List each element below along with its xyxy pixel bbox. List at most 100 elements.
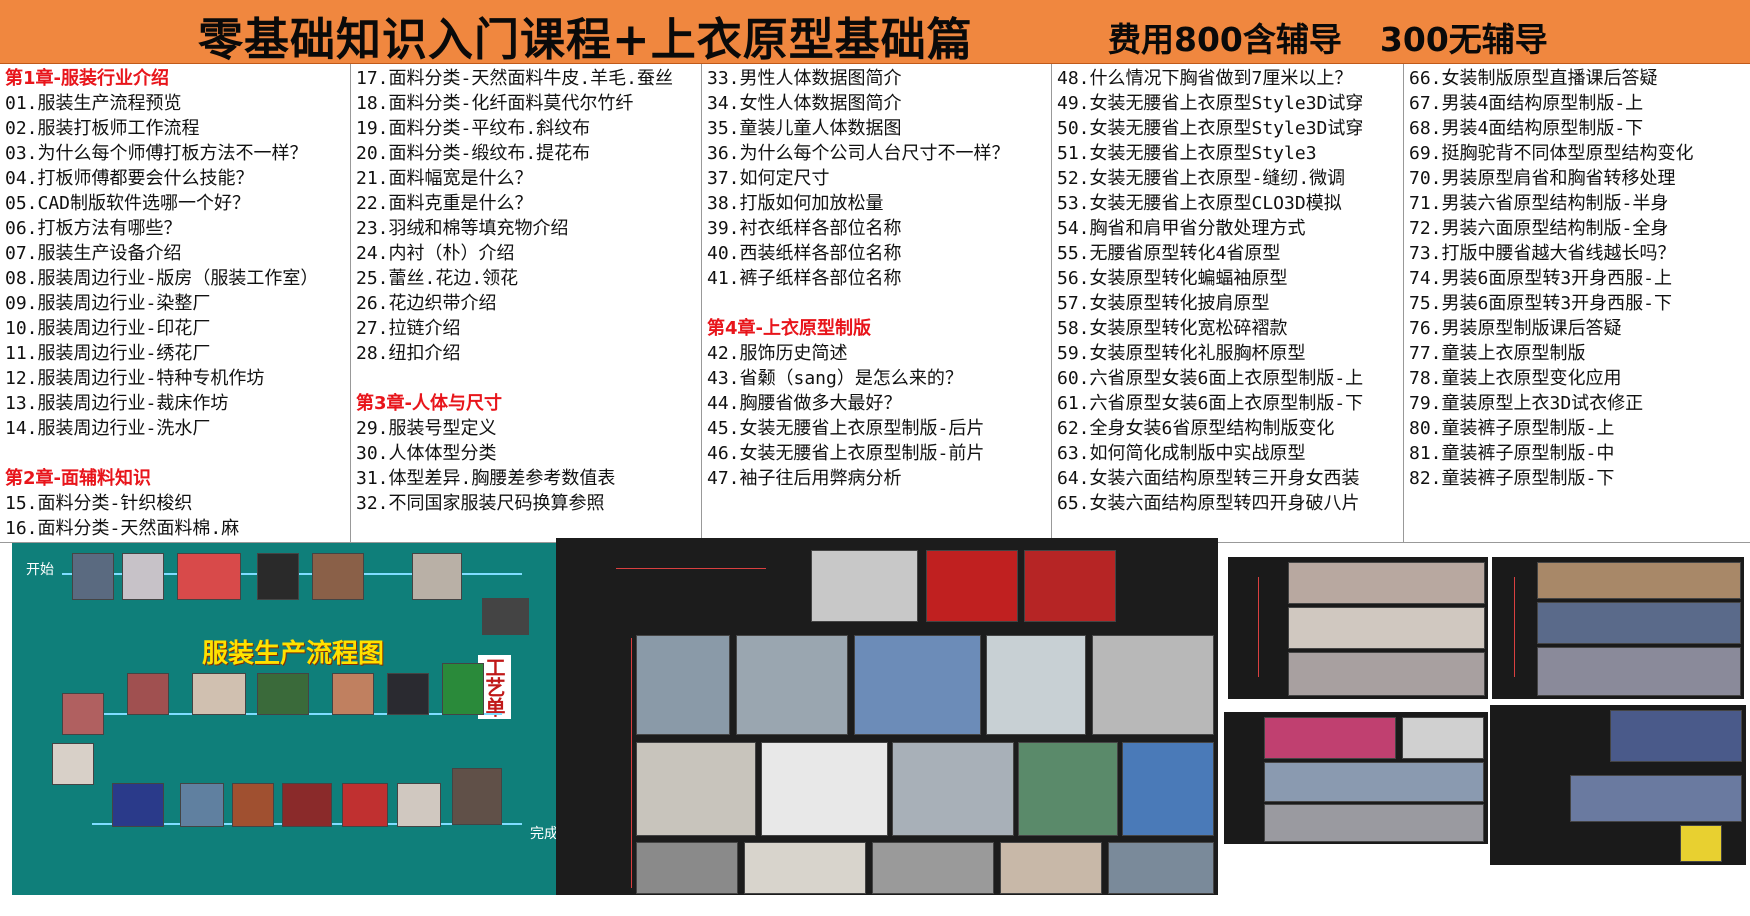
photo (180, 783, 224, 827)
lesson-item: 16.面料分类-天然面料棉.麻 (5, 518, 240, 539)
lesson-item: 70.男装原型肩省和胸省转移处理 (1409, 168, 1676, 189)
photo (1288, 652, 1485, 696)
lesson-item: 58.女装原型转化宽松碎褶款 (1057, 318, 1288, 339)
lesson-item: 36.为什么每个公司人台尺寸不一样？ (707, 143, 1010, 164)
photo (72, 553, 114, 600)
lesson-item: 56.女装原型转化蝙蝠袖原型 (1057, 268, 1288, 289)
lesson-item: 13.服装周边行业-裁床作坊 (5, 393, 229, 414)
photo (387, 673, 429, 715)
lesson-item: 34.女性人体数据图简介 (707, 93, 902, 114)
lesson-item: 72.男装六面原型结构制版-全身 (1409, 218, 1669, 239)
photo (112, 783, 164, 827)
photo (127, 673, 169, 715)
photo (744, 842, 866, 894)
photo (62, 693, 104, 735)
photo (257, 553, 299, 600)
photo (52, 743, 94, 785)
photo (636, 842, 738, 894)
lesson-item: 73.打版中腰省越大省线越长吗？ (1409, 243, 1676, 264)
lesson-item: 08.服装周边行业-版房（服装工作室） (5, 268, 319, 289)
photo (442, 663, 484, 715)
photo (452, 768, 502, 825)
photo (1264, 762, 1484, 802)
lesson-item: 26.花边织带介绍 (356, 293, 497, 314)
outline-column-2: 17.面料分类-天然面料牛皮.羊毛.蚕丝 18.面料分类-化纤面料莫代尔竹纤 19.… (350, 64, 701, 542)
garment-mindmap-image (1492, 557, 1744, 699)
lesson-item: 15.面料分类-针织梭织 (5, 493, 193, 514)
body-size-mindmap-image (1490, 705, 1746, 865)
lesson-item: 65.女装六面结构原型转四开身破八片 (1057, 493, 1360, 514)
lesson-item: 51.女装无腰省上衣原型Style3 (1057, 143, 1317, 164)
lesson-item: 75.男装6面原型转3开身西服-下 (1409, 293, 1673, 314)
lesson-item: 68.男装4面结构原型制版-下 (1409, 118, 1644, 139)
lesson-item: 03.为什么每个师傅打板方法不一样？ (5, 143, 308, 164)
lesson-item: 49.女装无腰省上衣原型Style3D试穿 (1057, 93, 1364, 114)
lesson-item: 33.男性人体数据图简介 (707, 68, 902, 89)
photo (1537, 647, 1741, 696)
outline-column-4: 48.什么情况下胸省做到7厘米以上？ 49.女装无腰省上衣原型Style3D试穿 5… (1051, 64, 1403, 542)
lesson-item: 54.胸省和肩甲省分散处理方式 (1057, 218, 1306, 239)
lesson-item: 19.面料分类-平纹布.斜纹布 (356, 118, 591, 139)
photo (192, 673, 246, 715)
lesson-item: 43.省颡（sang）是怎么来的？ (707, 368, 963, 389)
photo (257, 673, 309, 715)
outline-column-1: 第1章-服装行业介绍 01.服装生产流程预览 02.服装打板师工作流程 03.为什么每… (0, 64, 350, 542)
outline-column-5: 66.女装制版原型直播课后答疑 67.男装4面结构原型制版-上 68.男装4面结构原… (1403, 64, 1750, 542)
lesson-item: 44.胸腰省做多大最好？ (707, 393, 902, 414)
lesson-item: 42.服饰历史简述 (707, 343, 848, 364)
lesson-item: 23.羽绒和棉等填充物介绍 (356, 218, 569, 239)
lesson-item: 77.童装上衣原型制版 (1409, 343, 1586, 364)
photo (1024, 550, 1116, 622)
fee-with-tutoring: 费用800含辅导 (1108, 20, 1342, 59)
lesson-item: 79.童装原型上衣3D试衣修正 (1409, 393, 1644, 414)
lesson-item: 31.体型差异.胸腰差参考数值表 (356, 468, 616, 489)
lesson-item: 82.童装裤子原型制版-下 (1409, 468, 1615, 489)
photo (482, 598, 529, 635)
lesson-item: 01.服装生产流程预览 (5, 93, 182, 114)
lesson-item: 04.打板师傅都要会什么技能？ (5, 168, 254, 189)
lesson-item: 76.男装原型制版课后答疑 (1409, 318, 1622, 339)
production-flowchart-image: 开始 完成 服装生产流程图 工艺单 (12, 543, 557, 895)
flow-end-label: 完成 (530, 826, 557, 842)
lesson-item: 02.服装打板师工作流程 (5, 118, 200, 139)
lesson-item: 81.童装裤子原型制版-中 (1409, 443, 1615, 464)
lesson-item: 69.挺胸驼背不同体型原型结构变化 (1409, 143, 1694, 164)
photo (232, 783, 274, 827)
lesson-item: 06.打板方法有哪些？ (5, 218, 182, 239)
course-outline: 第1章-服装行业介绍 01.服装生产流程预览 02.服装打板师工作流程 03.为什么每… (0, 64, 1750, 542)
lesson-item: 10.服装周边行业-印花厂 (5, 318, 211, 339)
lesson-item: 67.男装4面结构原型制版-上 (1409, 93, 1644, 114)
photo (636, 635, 730, 735)
photo (332, 673, 374, 715)
photo (811, 550, 918, 622)
lesson-item: 21.面料幅宽是什么？ (356, 168, 533, 189)
photo (282, 783, 332, 827)
lesson-item: 09.服装周边行业-染整厂 (5, 293, 211, 314)
lesson-item: 57.女装原型转化披肩原型 (1057, 293, 1270, 314)
chapter-heading: 第4章-上衣原型制版 (707, 318, 871, 339)
lesson-item: 50.女装无腰省上衣原型Style3D试穿 (1057, 118, 1364, 139)
factory-mindmap-image (1224, 712, 1488, 844)
lesson-item: 66.女装制版原型直播课后答疑 (1409, 68, 1658, 89)
lesson-item: 32.不同国家服装尺码换算参照 (356, 493, 605, 514)
lesson-item: 45.女装无腰省上衣原型制版-后片 (707, 418, 985, 439)
photo (1537, 562, 1741, 599)
photo (636, 742, 756, 836)
lesson-item: 74.男装6面原型转3开身西服-上 (1409, 268, 1673, 289)
connector-line (631, 638, 632, 888)
photo (1680, 825, 1722, 862)
photo (1000, 842, 1102, 894)
lesson-item: 63.如何简化成制版中实战原型 (1057, 443, 1306, 464)
lesson-item: 71.男装六省原型结构制版-半身 (1409, 193, 1669, 214)
photo (761, 742, 888, 836)
photo (342, 783, 388, 827)
lesson-item: 39.衬衣纸样各部位名称 (707, 218, 902, 239)
price-info: 费用800含辅导 300无辅导 (1108, 13, 1586, 61)
flow-start-label: 开始 (26, 562, 54, 578)
chapter-heading: 第2章-面辅料知识 (5, 468, 151, 489)
lesson-item: 25.蕾丝.花边.领花 (356, 268, 519, 289)
connector-line (616, 568, 766, 569)
photo (1402, 717, 1484, 759)
photo (1288, 562, 1485, 604)
